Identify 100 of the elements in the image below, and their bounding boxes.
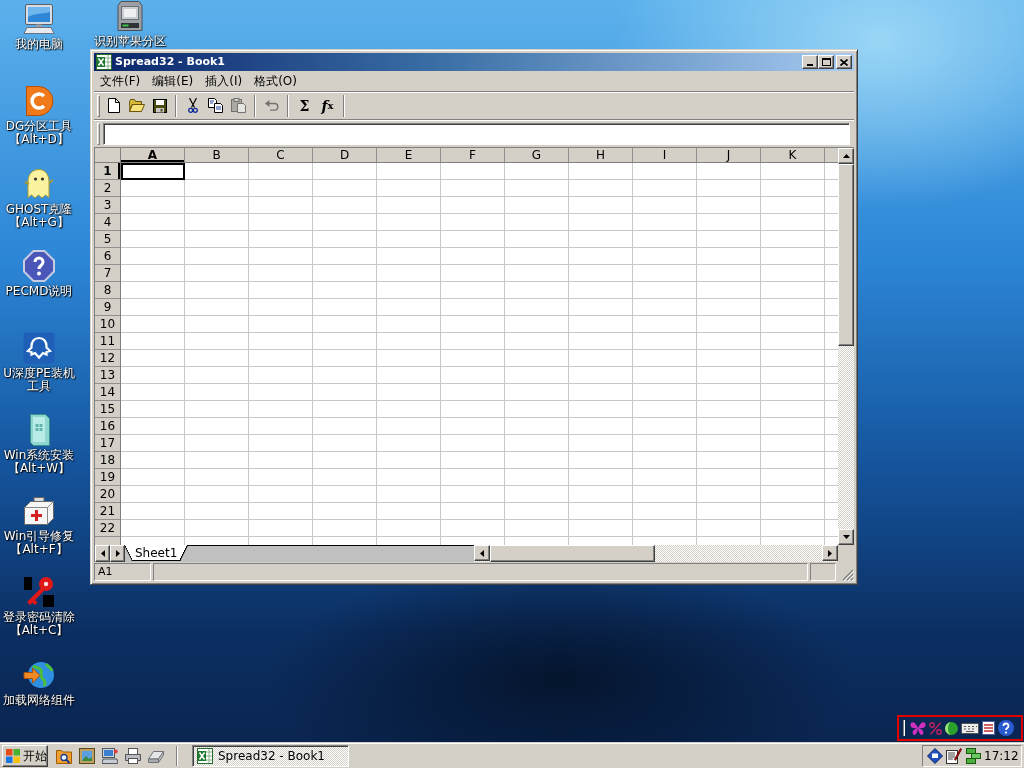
drive-icon[interactable] <box>114 0 146 32</box>
hotkey-label[interactable]: 【Alt+G】 <box>9 216 69 229</box>
clipboard-icon <box>231 98 246 113</box>
column-header[interactable]: A <box>121 148 185 162</box>
column-header[interactable]: I <box>633 148 697 162</box>
minimize-button[interactable] <box>802 55 818 69</box>
close-button[interactable] <box>836 55 852 69</box>
butterfly-icon[interactable] <box>910 720 926 736</box>
row-header[interactable]: 15 <box>95 401 120 418</box>
next-sheet-button[interactable] <box>110 545 125 562</box>
row-header[interactable]: 22 <box>95 520 120 537</box>
resize-grip-icon[interactable] <box>842 569 854 581</box>
row-header[interactable]: 9 <box>95 299 120 316</box>
icon-label[interactable]: U深度PE装机工具 <box>0 367 78 393</box>
scroll-left-button[interactable] <box>474 545 490 561</box>
printer-icon[interactable] <box>125 748 141 764</box>
monitor-icon[interactable] <box>23 3 55 35</box>
formula-field[interactable] <box>103 122 850 145</box>
window-title: Spread32 - Book1 <box>115 54 226 70</box>
row-header[interactable]: 14 <box>95 384 120 401</box>
stack-icon[interactable] <box>965 748 981 764</box>
hotkey-label[interactable]: 【Alt+C】 <box>9 624 69 637</box>
diamond-icon[interactable] <box>927 748 943 764</box>
scrollbar-thumb[interactable] <box>838 164 854 346</box>
row-header[interactable]: 5 <box>95 231 120 248</box>
task-button[interactable]: Spread32 - Book1 <box>192 745 349 767</box>
eraser-icon[interactable] <box>148 748 164 764</box>
column-header[interactable]: C <box>249 148 313 162</box>
scroll-up-button[interactable] <box>838 148 854 164</box>
keyboard-icon[interactable] <box>961 722 979 734</box>
row-header[interactable]: 13 <box>95 367 120 384</box>
toolbar-grip[interactable] <box>97 122 100 145</box>
question-icon[interactable] <box>23 250 55 282</box>
floppy-icon <box>152 98 167 113</box>
column-header[interactable]: K <box>761 148 825 162</box>
menu-item[interactable]: 编辑(E) <box>146 73 200 90</box>
column-header[interactable]: J <box>697 148 761 162</box>
row-header[interactable]: 12 <box>95 350 120 367</box>
previous-sheet-button[interactable] <box>95 545 110 562</box>
scroll-down-button[interactable] <box>838 529 854 545</box>
help-icon[interactable] <box>998 720 1014 736</box>
column-header[interactable]: E <box>377 148 441 162</box>
row-header[interactable]: 3 <box>95 197 120 214</box>
icon-label[interactable]: Win系统安装 <box>3 449 75 462</box>
icon-label[interactable]: 登录密码清除 <box>3 611 75 624</box>
half-circle-icon[interactable] <box>945 721 958 735</box>
list-icon[interactable] <box>982 721 995 735</box>
first-aid-kit-icon[interactable] <box>23 495 55 527</box>
maximize-button[interactable] <box>818 55 834 69</box>
column-header[interactable]: H <box>569 148 633 162</box>
scroll-right-button[interactable] <box>822 545 838 561</box>
picture-frame-icon[interactable] <box>79 748 95 764</box>
maximize-icon <box>821 58 831 66</box>
row-header[interactable]: 4 <box>95 214 120 231</box>
row-header[interactable]: 18 <box>95 452 120 469</box>
column-header[interactable]: G <box>505 148 569 162</box>
row-header[interactable]: 19 <box>95 469 120 486</box>
row-header[interactable]: 20 <box>95 486 120 503</box>
scrollbar-track[interactable] <box>838 148 854 545</box>
key-icon[interactable] <box>23 576 55 608</box>
column-header[interactable]: D <box>313 148 377 162</box>
sheet-tab[interactable]: Sheet1 <box>124 545 189 561</box>
column-header[interactable]: B <box>185 148 249 162</box>
close-icon <box>840 58 848 66</box>
ghost-badge-icon[interactable] <box>23 332 55 364</box>
hotkey-label[interactable]: 【Alt+W】 <box>7 462 71 475</box>
up-arrow-icon <box>842 154 850 158</box>
row-header[interactable]: 16 <box>95 418 120 435</box>
icon-label[interactable]: Win引导修复 <box>3 530 75 543</box>
ghost-icon[interactable] <box>23 168 55 200</box>
folder-search-icon[interactable] <box>56 748 72 764</box>
row-header[interactable]: 21 <box>95 503 120 520</box>
disk-tool-icon[interactable] <box>23 85 55 117</box>
minimize-icon <box>807 64 813 66</box>
menu-item[interactable]: 插入(I) <box>199 73 249 90</box>
icon-label[interactable]: 加载网络组件 <box>3 694 75 707</box>
notepad-pencil-icon[interactable] <box>946 748 962 764</box>
menu-item[interactable]: 格式(O) <box>248 73 303 90</box>
cell-grid[interactable] <box>121 163 838 545</box>
column-header[interactable]: F <box>441 148 505 162</box>
computer-icon[interactable] <box>102 748 118 764</box>
menu-item[interactable]: 文件(F) <box>94 73 147 90</box>
row-header[interactable]: 11 <box>95 333 120 350</box>
row-header[interactable]: 7 <box>95 265 120 282</box>
icon-label[interactable]: PECMD说明 <box>5 285 73 298</box>
hotkey-label[interactable]: 【Alt+F】 <box>10 543 68 556</box>
row-header[interactable]: 17 <box>95 435 120 452</box>
page-icon <box>107 98 120 113</box>
row-header[interactable]: 2 <box>95 180 120 197</box>
row-header[interactable]: 1 <box>95 163 120 180</box>
scrollbar-thumb[interactable] <box>490 545 655 562</box>
sum-button[interactable]: Σ <box>293 94 316 117</box>
row-header[interactable]: 10 <box>95 316 120 333</box>
start-button[interactable]: 开始 <box>2 745 48 767</box>
row-header[interactable]: 8 <box>95 282 120 299</box>
row-header[interactable]: 6 <box>95 248 120 265</box>
active-cell[interactable] <box>121 163 185 180</box>
globe-icon[interactable] <box>23 659 55 691</box>
toolbar-grip[interactable] <box>97 94 100 117</box>
select-all-button[interactable] <box>94 148 121 163</box>
